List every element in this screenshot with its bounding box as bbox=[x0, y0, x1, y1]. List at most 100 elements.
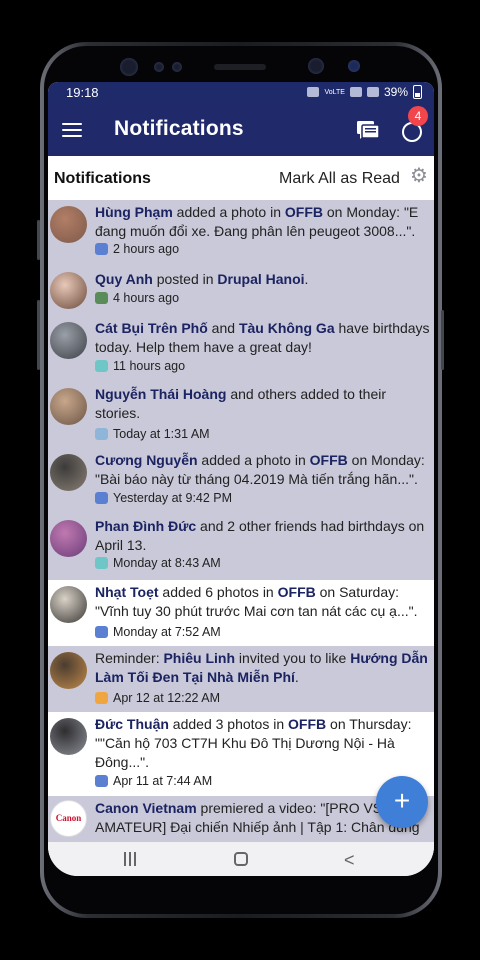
recent-apps-icon[interactable] bbox=[124, 852, 138, 866]
notification-entity: Cát Bụi Trên Phố bbox=[95, 320, 208, 336]
sensor-dot bbox=[172, 62, 182, 72]
back-icon[interactable]: < bbox=[344, 850, 355, 871]
notification-entity: Quy Anh bbox=[95, 271, 153, 287]
notification-text-part: added a photo in bbox=[197, 452, 310, 468]
sensor-dot bbox=[154, 62, 164, 72]
birthday-icon bbox=[95, 360, 108, 372]
group-icon bbox=[95, 775, 108, 787]
notification-text: Cương Nguyễn added a photo in OFFB on Mo… bbox=[95, 451, 430, 489]
gear-icon[interactable]: ⚙ bbox=[410, 166, 430, 186]
messages-icon[interactable] bbox=[356, 118, 380, 142]
notification-meta: Monday at 8:43 AM bbox=[95, 556, 221, 570]
notification-entity: OFFB bbox=[284, 204, 323, 220]
notification-meta: Apr 11 at 7:44 AM bbox=[95, 774, 212, 788]
status-icons: VoLTE 39% bbox=[307, 85, 422, 99]
status-bar: 19:18 VoLTE 39% bbox=[48, 82, 434, 104]
avatar[interactable] bbox=[50, 586, 87, 623]
notification-entity: Cương Nguyễn bbox=[95, 452, 198, 468]
notification-item[interactable]: Nhạt Toẹt added 6 photos in OFFB on Satu… bbox=[48, 580, 434, 647]
notification-text-part: and bbox=[207, 320, 239, 336]
notification-item[interactable]: Hùng Phạm added a photo in OFFB on Monda… bbox=[48, 200, 434, 267]
notification-item[interactable]: Reminder: Phiêu Linh invited you to like… bbox=[48, 646, 434, 713]
avatar[interactable] bbox=[50, 272, 87, 309]
notification-meta: 4 hours ago bbox=[95, 291, 179, 305]
notification-text-part: added 6 photos in bbox=[158, 584, 278, 600]
notification-meta: Today at 1:31 AM bbox=[95, 427, 210, 441]
notification-entity: Nhạt Toẹt bbox=[95, 584, 159, 600]
signal-icon bbox=[366, 87, 379, 97]
notification-time: Apr 11 at 7:44 AM bbox=[113, 774, 213, 788]
notification-entity: Tàu Không Ga bbox=[238, 320, 335, 336]
notification-entity: Đức Thuận bbox=[95, 716, 169, 732]
app-bar: Notifications 4 bbox=[48, 104, 434, 156]
notification-text: Nguyễn Thái Hoàng and others added to th… bbox=[95, 385, 430, 423]
notification-time: Monday at 7:52 AM bbox=[113, 625, 221, 639]
notification-item[interactable]: Cát Bụi Trên Phố and Tàu Không Ga have b… bbox=[48, 316, 434, 383]
notification-entity: Drupal Hanoi bbox=[217, 271, 305, 287]
notification-item[interactable]: Cương Nguyễn added a photo in OFFB on Mo… bbox=[48, 448, 434, 515]
page-icon bbox=[95, 292, 108, 304]
birthday-icon bbox=[95, 557, 108, 569]
app-title: Notifications bbox=[114, 117, 244, 140]
avatar[interactable] bbox=[50, 388, 87, 425]
notification-time: Monday at 8:43 AM bbox=[113, 556, 221, 570]
notification-entity: Phiêu Linh bbox=[163, 650, 236, 666]
notification-meta: 11 hours ago bbox=[95, 359, 185, 373]
notification-entity: Nguyễn Thái Hoàng bbox=[95, 386, 227, 402]
screen: 19:18 VoLTE 39% Notifications 4 Notifica… bbox=[48, 82, 434, 876]
notification-badge: 4 bbox=[408, 106, 428, 126]
notification-text: Phan Đình Đức and 2 other friends had bi… bbox=[95, 517, 430, 555]
avatar[interactable] bbox=[50, 454, 87, 491]
clock: 19:18 bbox=[66, 85, 99, 100]
avatar[interactable] bbox=[50, 652, 87, 689]
notification-entity: OFFB bbox=[309, 452, 348, 468]
notification-text-part: added 3 photos in bbox=[168, 716, 289, 732]
notifications-globe-button[interactable]: 4 bbox=[400, 106, 428, 144]
notification-text-part: posted in bbox=[152, 271, 218, 287]
group-icon bbox=[95, 626, 108, 638]
notification-time: Apr 12 at 12:22 AM bbox=[113, 691, 221, 705]
volume-button bbox=[37, 220, 40, 260]
battery-icon bbox=[413, 85, 422, 99]
notification-meta: 2 hours ago bbox=[95, 242, 179, 256]
notification-item[interactable]: Nguyễn Thái Hoàng and others added to th… bbox=[48, 382, 434, 449]
avatar[interactable] bbox=[50, 206, 87, 243]
notification-time: 2 hours ago bbox=[113, 242, 180, 256]
notification-text-part: invited you to like bbox=[235, 650, 351, 666]
home-icon[interactable] bbox=[234, 852, 248, 866]
notification-text-part: . bbox=[304, 271, 309, 287]
avatar[interactable] bbox=[50, 718, 87, 755]
notification-entity: OFFB bbox=[277, 584, 316, 600]
earpiece-speaker bbox=[214, 64, 266, 70]
notification-item[interactable]: Đức Thuận added 3 photos in OFFB on Thur… bbox=[48, 712, 434, 797]
front-camera bbox=[120, 58, 138, 76]
notification-entity: Phan Đình Đức bbox=[95, 518, 197, 534]
notification-text: Reminder: Phiêu Linh invited you to like… bbox=[95, 649, 430, 687]
notification-time: 4 hours ago bbox=[113, 291, 180, 305]
photo-icon bbox=[95, 428, 108, 440]
notification-text: Nhạt Toẹt added 6 photos in OFFB on Satu… bbox=[95, 583, 430, 621]
notification-time: Today at 1:31 AM bbox=[113, 427, 210, 441]
avatar[interactable]: Canon bbox=[50, 800, 87, 837]
group-icon bbox=[95, 243, 108, 255]
bixby-button bbox=[37, 300, 40, 370]
system-nav-bar: < bbox=[48, 842, 434, 876]
menu-icon[interactable] bbox=[62, 123, 82, 138]
notification-text: Đức Thuận added 3 photos in OFFB on Thur… bbox=[95, 715, 430, 772]
iris-camera bbox=[308, 58, 324, 74]
notification-text: Hùng Phạm added a photo in OFFB on Monda… bbox=[95, 203, 430, 241]
add-button[interactable]: + bbox=[376, 776, 428, 828]
avatar[interactable] bbox=[50, 520, 87, 557]
group-icon bbox=[95, 492, 108, 504]
notification-text: Cát Bụi Trên Phố and Tàu Không Ga have b… bbox=[95, 319, 430, 357]
notification-time: Yesterday at 9:42 PM bbox=[113, 491, 233, 505]
avatar[interactable] bbox=[50, 322, 87, 359]
avatar-logo-text: Canon bbox=[55, 813, 82, 823]
iris-sensor bbox=[348, 60, 360, 72]
mark-all-read-button[interactable]: Mark All as Read bbox=[279, 170, 400, 188]
notification-item[interactable]: Quy Anh posted in Drupal Hanoi. 4 hours a… bbox=[48, 266, 434, 317]
notification-text-part: . bbox=[294, 669, 299, 685]
notification-item[interactable]: Phan Đình Đức and 2 other friends had bi… bbox=[48, 514, 434, 581]
notification-time: 11 hours ago bbox=[113, 359, 186, 373]
notification-meta: Yesterday at 9:42 PM bbox=[95, 491, 232, 505]
